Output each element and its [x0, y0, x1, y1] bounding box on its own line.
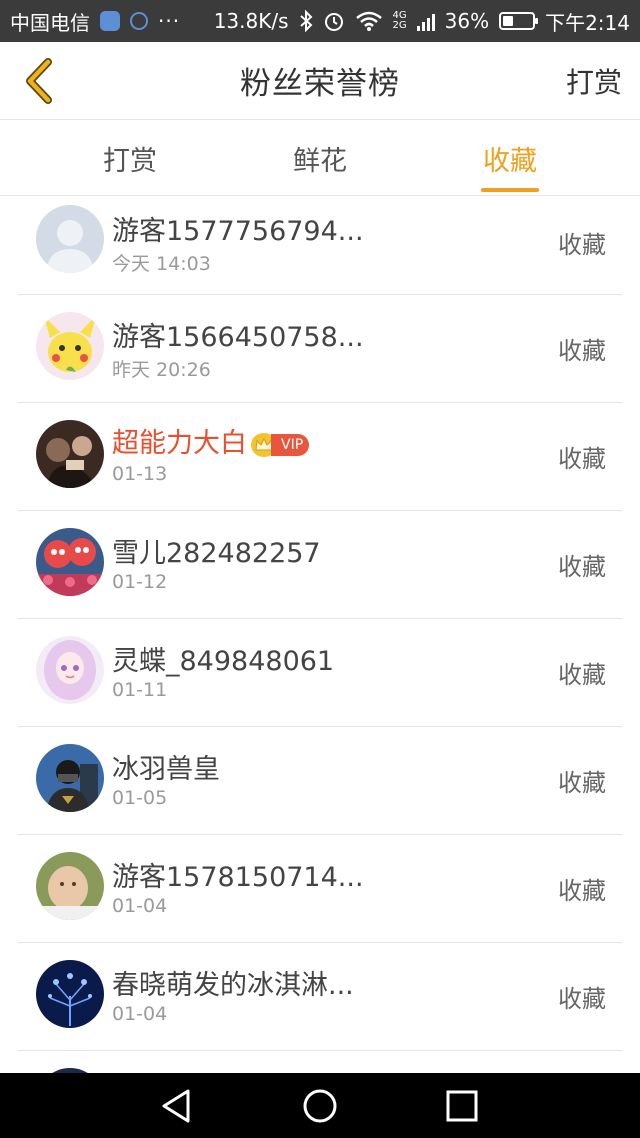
collect-date: 昨天 20:26 — [112, 359, 211, 381]
collect-label: 收藏 — [558, 877, 606, 905]
signal-icon — [416, 11, 435, 31]
fan-list: 游客1577756794... 今天 14:03 收藏 游客1566450758… — [0, 197, 640, 1073]
user-name: 超能力大白 — [112, 428, 247, 459]
user-name-vip: 超能力大白 VIP — [112, 421, 310, 460]
list-item[interactable]: 超能力大白 VIP 01-13 收藏 — [18, 403, 622, 511]
chevron-left-icon — [26, 58, 52, 104]
list-item[interactable]: 冰羽兽皇 01-05 收藏 — [18, 727, 622, 835]
tab-flowers-label: 鲜花 — [293, 146, 347, 177]
tab-bar: 打赏 鲜花 收藏 — [0, 121, 640, 196]
user-name: 游客1566450758... — [112, 322, 364, 353]
network-type-bottom: 2G — [392, 20, 407, 31]
battery-fill — [503, 16, 514, 26]
battery-icon — [499, 12, 539, 30]
status-right: 13.8K/s 4G 2G 36% 下午2:14 — [214, 7, 630, 36]
back-button[interactable] — [14, 54, 64, 108]
tab-reward-label: 打赏 — [103, 146, 157, 177]
header: 粉丝荣誉榜 打赏 — [0, 42, 640, 120]
baby-photo-avatar[interactable] — [36, 852, 104, 920]
collect-date: 01-04 — [112, 895, 168, 917]
list-item[interactable]: 雪儿282482257 01-12 收藏 — [18, 511, 622, 619]
collect-date: 01-13 — [112, 463, 168, 485]
collect-date: 01-05 — [112, 787, 168, 809]
list-item[interactable]: 游客1578150714... 01-04 收藏 — [18, 835, 622, 943]
square-recent-icon[interactable] — [443, 1087, 481, 1125]
battery-percent: 36% — [444, 9, 490, 33]
collect-label: 收藏 — [558, 337, 606, 365]
photo-avatar[interactable] — [36, 420, 104, 488]
network-speed: 13.8K/s — [213, 9, 289, 33]
system-nav-bar — [0, 1073, 640, 1138]
wifi-icon — [355, 11, 382, 31]
more-notifications-icon: ··· — [158, 9, 181, 33]
status-bar: 中国电信 ··· 13.8K/s 4G 2G 36% 下午2:14 — [0, 0, 640, 42]
collect-date: 01-11 — [112, 679, 168, 701]
list-item[interactable]: 游客1577756794... 今天 14:03 收藏 — [18, 197, 622, 295]
user-name: 冰羽兽皇 — [112, 754, 220, 785]
user-name: 春晓萌发的冰淇淋... — [112, 970, 354, 1001]
page-title: 粉丝荣誉榜 — [240, 66, 400, 102]
bluetooth-icon — [299, 10, 312, 32]
collect-label: 收藏 — [558, 445, 606, 473]
circle-app-icon — [130, 12, 148, 30]
active-tab-indicator — [481, 188, 539, 192]
collect-label: 收藏 — [558, 661, 606, 689]
user-name: 灵蝶_849848061 — [112, 646, 335, 677]
default-user-avatar[interactable] — [36, 205, 104, 273]
collect-label: 收藏 — [558, 231, 606, 259]
collect-date: 今天 14:03 — [112, 253, 211, 275]
status-left: 中国电信 ··· — [10, 7, 180, 36]
list-item[interactable] — [18, 1051, 622, 1073]
cartoon-flowers-avatar[interactable] — [36, 528, 104, 596]
cartoon-pikachu-avatar[interactable] — [36, 312, 104, 380]
carrier-name: 中国电信 — [10, 10, 90, 35]
user-name: 雪儿282482257 — [112, 538, 321, 569]
collect-label: 收藏 — [558, 769, 606, 797]
list-item[interactable]: 游客1566450758... 昨天 20:26 收藏 — [18, 295, 622, 403]
tab-favorites-label: 收藏 — [483, 146, 537, 177]
vip-badge: VIP — [251, 432, 310, 457]
user-name: 游客1577756794... — [112, 216, 364, 247]
list-item[interactable]: 春晓萌发的冰淇淋... 01-04 收藏 — [18, 943, 622, 1051]
tab-reward[interactable]: 打赏 — [60, 121, 200, 196]
tab-favorites[interactable]: 收藏 — [440, 121, 580, 196]
network-type: 4G 2G — [393, 11, 407, 31]
triangle-back-icon[interactable] — [158, 1087, 196, 1125]
user-name: 游客1578150714... — [112, 862, 364, 893]
anime-girl-avatar[interactable] — [36, 636, 104, 704]
alarm-icon — [324, 13, 343, 31]
clock: 下午2:14 — [545, 10, 630, 35]
collect-label: 收藏 — [558, 553, 606, 581]
masked-character-avatar[interactable] — [36, 744, 104, 812]
shield-app-icon — [100, 11, 120, 31]
vip-tag: VIP — [271, 433, 310, 456]
reward-button[interactable]: 打赏 — [566, 42, 622, 120]
list-item[interactable]: 灵蝶_849848061 01-11 收藏 — [18, 619, 622, 727]
tab-flowers[interactable]: 鲜花 — [250, 121, 390, 196]
circle-home-icon[interactable] — [301, 1087, 339, 1125]
collect-label: 收藏 — [558, 985, 606, 1013]
collect-date: 01-04 — [112, 1003, 168, 1025]
glowing-tree-avatar[interactable] — [36, 960, 104, 1028]
collect-date: 01-12 — [112, 571, 168, 593]
